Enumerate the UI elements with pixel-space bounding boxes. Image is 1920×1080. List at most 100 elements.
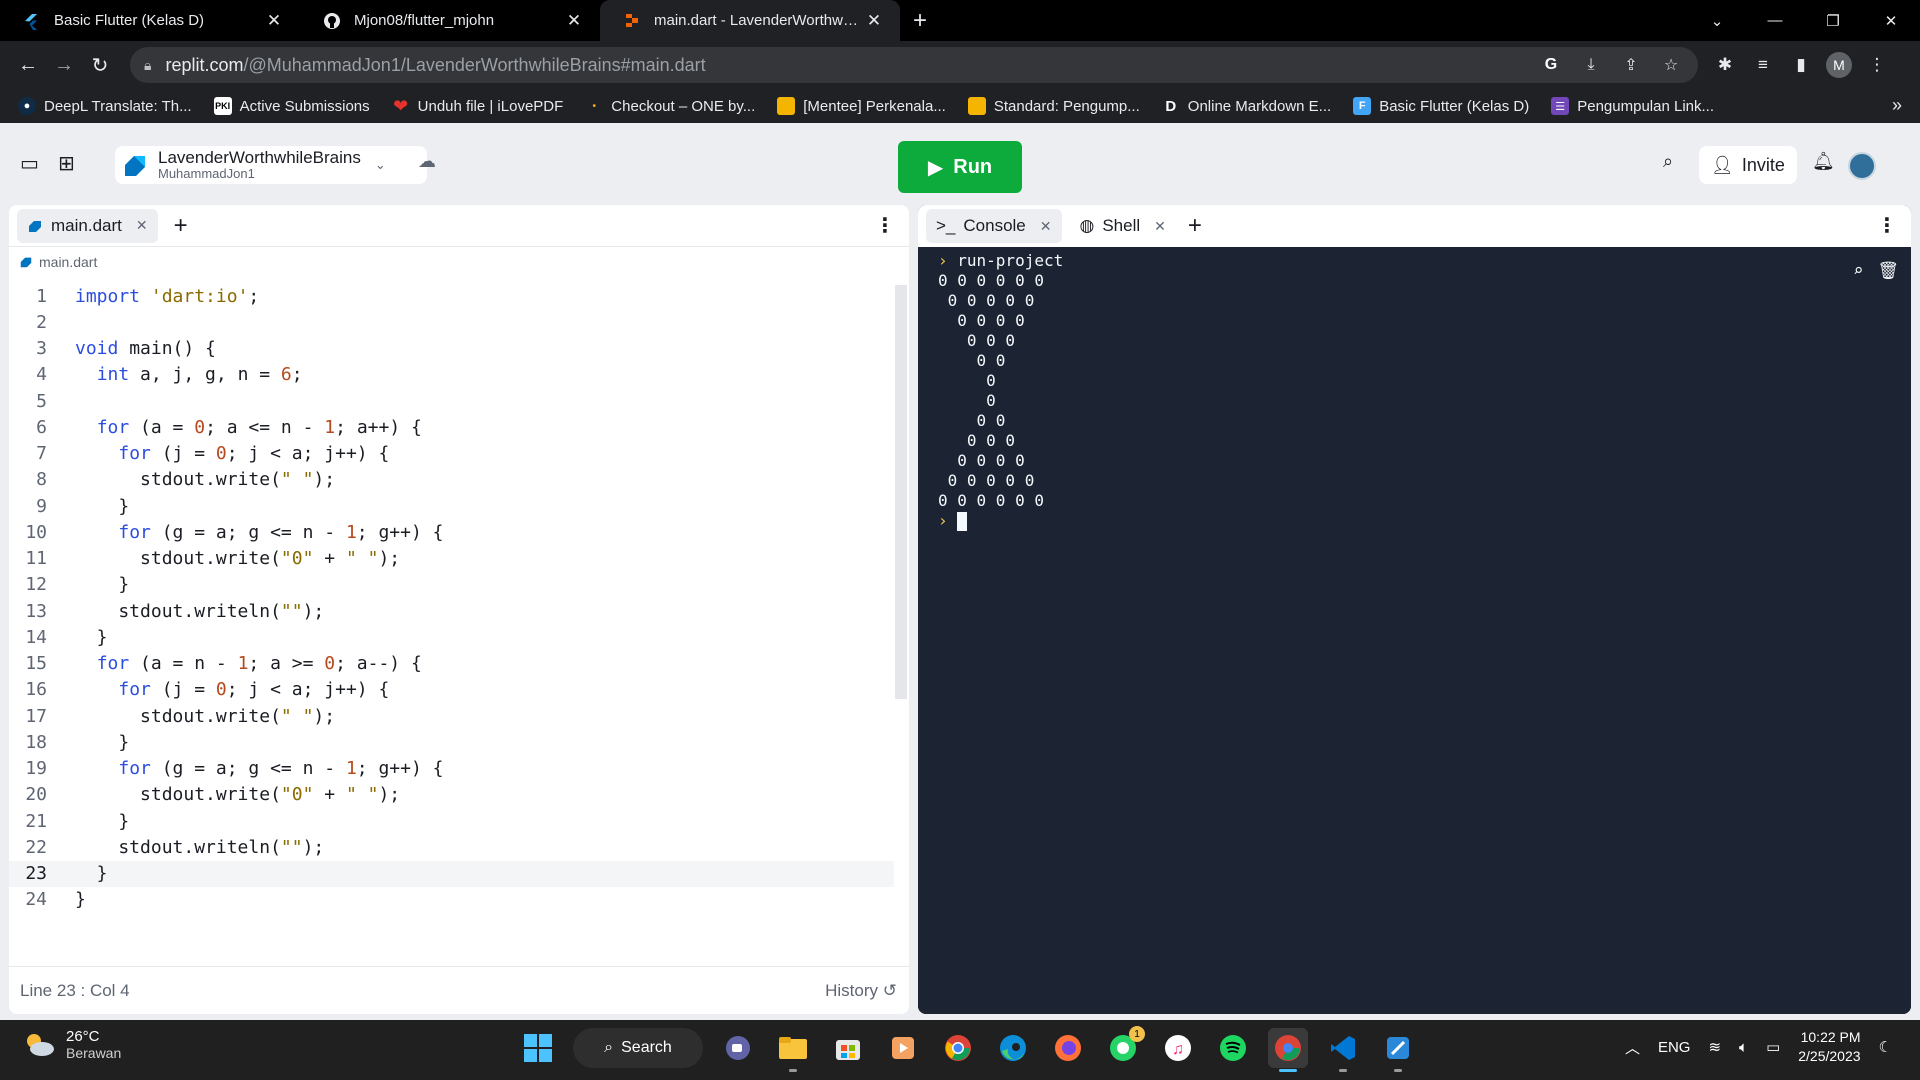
code-line[interactable]: 13 stdout.writeln(""); bbox=[9, 598, 894, 624]
tab-console[interactable]: >_ Console ✕ bbox=[926, 209, 1062, 243]
notification-icon[interactable]: ☾ bbox=[1879, 1038, 1892, 1056]
install-app-icon[interactable]: ⤓ bbox=[1578, 56, 1604, 74]
edge-icon[interactable] bbox=[993, 1028, 1033, 1068]
code-line[interactable]: 2 bbox=[9, 309, 894, 335]
bookmark-4[interactable]: [Mentee] Perkenala... bbox=[777, 97, 946, 115]
bookmark-3[interactable]: • Checkout – ONE by... bbox=[585, 97, 756, 115]
clock[interactable]: 10:22 PM 2/25/2023 bbox=[1798, 1028, 1860, 1066]
search-icon[interactable]: ⌕ bbox=[1663, 151, 1673, 172]
code-line[interactable]: 8 stdout.write(" "); bbox=[9, 467, 894, 493]
code-line[interactable]: 5 bbox=[9, 388, 894, 414]
console-output[interactable]: › run-project 0 0 0 0 0 0 0 0 0 0 0 0 0 … bbox=[918, 247, 1911, 1014]
code-line[interactable]: 16 for (j = 0; j < a; j++) { bbox=[9, 677, 894, 703]
bookmark-2[interactable]: ❤ Unduh file | iLovePDF bbox=[392, 96, 563, 116]
spotify-icon[interactable] bbox=[1213, 1028, 1253, 1068]
new-tab-button[interactable]: + bbox=[900, 0, 940, 41]
close-icon[interactable]: ✕ bbox=[1040, 218, 1052, 235]
media-player-icon[interactable] bbox=[883, 1028, 923, 1068]
bookmark-1[interactable]: PKI Active Submissions bbox=[213, 97, 370, 115]
close-window-icon[interactable]: ✕ bbox=[1862, 0, 1920, 41]
more-bookmarks-icon[interactable]: » bbox=[1892, 95, 1902, 116]
vscode-icon[interactable] bbox=[1323, 1028, 1363, 1072]
chrome-menu-icon[interactable]: ⋮ bbox=[1864, 55, 1890, 75]
tab-shell[interactable]: ◍ Shell ✕ bbox=[1070, 209, 1176, 243]
bell-icon[interactable]: 🔔︎ bbox=[1812, 151, 1835, 172]
code-line[interactable]: 15 for (a = n - 1; a >= 0; a--) { bbox=[9, 651, 894, 677]
cloud-sync-icon[interactable]: ☁ bbox=[418, 151, 436, 172]
windows-start-icon[interactable] bbox=[518, 1028, 558, 1068]
run-button[interactable]: ▶ Run bbox=[898, 141, 1022, 193]
invite-button[interactable]: 👤︎ Invite bbox=[1699, 146, 1797, 184]
trash-icon[interactable]: 🗑︎ bbox=[1877, 261, 1899, 281]
browser-tab-2[interactable]: main.dart - LavenderWorthwhileB ✕ bbox=[600, 0, 900, 41]
volume-icon[interactable]: 🔈︎ bbox=[1739, 1039, 1748, 1056]
bookmark-7[interactable]: F Basic Flutter (Kelas D) bbox=[1353, 97, 1529, 115]
taskbar-search[interactable]: ⌕ Search bbox=[573, 1028, 703, 1068]
file-explorer-icon[interactable] bbox=[773, 1028, 813, 1072]
chrome-profile-icon[interactable] bbox=[1268, 1028, 1308, 1072]
bookmark-0[interactable]: ● DeepL Translate: Th... bbox=[18, 97, 192, 115]
more-options-icon[interactable]: ⋮ bbox=[875, 213, 895, 238]
code-line[interactable]: 14 } bbox=[9, 624, 894, 650]
code-line[interactable]: 3 void main() { bbox=[9, 336, 894, 362]
add-tab-button[interactable]: + bbox=[1188, 212, 1202, 240]
code-line[interactable]: 19 for (g = a; g <= n - 1; g++) { bbox=[9, 756, 894, 782]
repl-menu-icon[interactable]: ⊞ bbox=[58, 151, 75, 176]
code-line[interactable]: 12 } bbox=[9, 572, 894, 598]
whatsapp-icon[interactable]: 1 bbox=[1103, 1026, 1145, 1068]
code-area[interactable]: 1 import 'dart:io'; 2 3 void main() {4 int a… bbox=[9, 283, 894, 913]
code-line[interactable]: 20 stdout.write("0" + " "); bbox=[9, 782, 894, 808]
code-line[interactable]: 9 } bbox=[9, 493, 894, 519]
code-line[interactable]: 17 stdout.write(" "); bbox=[9, 703, 894, 729]
minimize-icon[interactable]: — bbox=[1746, 0, 1804, 41]
user-avatar[interactable] bbox=[1848, 152, 1876, 180]
firefox-icon[interactable] bbox=[1048, 1028, 1088, 1068]
editor-scrollbar[interactable] bbox=[895, 285, 907, 699]
code-line[interactable]: 10 for (g = a; g <= n - 1; g++) { bbox=[9, 519, 894, 545]
share-icon[interactable]: ⇪ bbox=[1618, 55, 1644, 75]
tab-search-icon[interactable]: ⌄ bbox=[1688, 0, 1746, 41]
close-tab-icon[interactable]: ✕ bbox=[564, 11, 584, 31]
code-line[interactable]: 11 stdout.write("0" + " "); bbox=[9, 546, 894, 572]
chrome-icon[interactable] bbox=[938, 1028, 978, 1068]
google-icon[interactable]: G bbox=[1538, 56, 1564, 74]
wifi-icon[interactable]: ≋ bbox=[1708, 1038, 1721, 1056]
search-icon[interactable]: ⌕ bbox=[1853, 261, 1863, 281]
breadcrumb-file[interactable]: main.dart bbox=[39, 254, 97, 270]
profile-avatar[interactable]: M bbox=[1826, 52, 1852, 78]
forward-icon[interactable]: → bbox=[46, 47, 82, 83]
microsoft-store-icon[interactable] bbox=[828, 1028, 868, 1068]
address-bar[interactable]: 🔒︎ replit.com/@MuhammadJon1/LavenderWort… bbox=[130, 47, 1698, 83]
code-line[interactable]: 18 } bbox=[9, 729, 894, 755]
code-line[interactable]: 7 for (j = 0; j < a; j++) { bbox=[9, 441, 894, 467]
code-line[interactable]: 24} bbox=[9, 887, 894, 913]
code-line[interactable]: 21 } bbox=[9, 808, 894, 834]
sidebar-toggle-icon[interactable]: ▭ bbox=[20, 151, 39, 176]
weather-widget[interactable]: 26°C Berawan bbox=[22, 1028, 121, 1061]
reload-icon[interactable]: ↻ bbox=[82, 47, 118, 83]
code-line[interactable]: 1 import 'dart:io'; bbox=[9, 283, 894, 309]
close-tab-icon[interactable]: ✕ bbox=[264, 11, 284, 31]
code-line[interactable]: 23 } bbox=[9, 860, 894, 887]
language-indicator[interactable]: ENG bbox=[1658, 1039, 1691, 1056]
chevron-up-icon[interactable]: ︿ bbox=[1625, 1037, 1640, 1058]
paint-icon[interactable] bbox=[1378, 1028, 1418, 1072]
repl-name-button[interactable]: LavenderWorthwhileBrains MuhammadJon1 ⌄ bbox=[115, 146, 427, 184]
media-icon[interactable]: ≡ bbox=[1750, 55, 1776, 75]
browser-tab-0[interactable]: Basic Flutter (Kelas D) ✕ bbox=[0, 0, 300, 41]
close-icon[interactable]: ✕ bbox=[1154, 218, 1166, 235]
back-icon[interactable]: ← bbox=[10, 47, 46, 83]
close-tab-icon[interactable]: ✕ bbox=[864, 11, 884, 31]
side-panel-icon[interactable]: ▮ bbox=[1788, 55, 1814, 75]
code-line[interactable]: 4 int a, j, g, n = 6; bbox=[9, 362, 894, 388]
code-line[interactable]: 6 for (a = 0; a <= n - 1; a++) { bbox=[9, 414, 894, 440]
bookmark-6[interactable]: D Online Markdown E... bbox=[1162, 97, 1331, 115]
bookmark-8[interactable]: ☰ Pengumpulan Link... bbox=[1551, 97, 1714, 115]
extensions-icon[interactable]: ✱ bbox=[1712, 55, 1738, 75]
code-line[interactable]: 22 stdout.writeln(""); bbox=[9, 834, 894, 860]
teams-chat-icon[interactable] bbox=[718, 1028, 758, 1068]
battery-icon[interactable]: ▭ bbox=[1766, 1038, 1780, 1056]
restore-icon[interactable]: ❐ bbox=[1804, 0, 1862, 41]
bookmark-star-icon[interactable]: ☆ bbox=[1658, 55, 1684, 75]
bookmark-5[interactable]: Standard: Pengump... bbox=[967, 97, 1140, 115]
